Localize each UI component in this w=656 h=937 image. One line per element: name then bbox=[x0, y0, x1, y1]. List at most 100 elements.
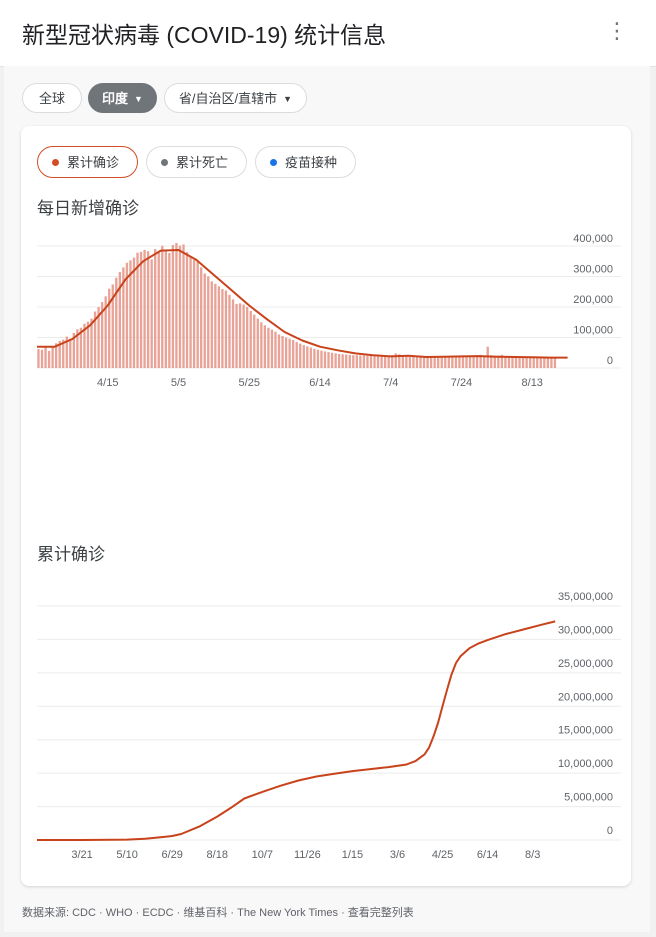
bar bbox=[164, 249, 167, 368]
bar bbox=[302, 345, 305, 368]
bar bbox=[514, 357, 518, 368]
bar bbox=[437, 356, 440, 368]
bar bbox=[352, 355, 355, 368]
bar bbox=[139, 251, 143, 368]
cumulative-chart-title: 累计确诊 bbox=[37, 545, 105, 564]
bar bbox=[281, 335, 284, 368]
tab-vaccinations[interactable]: 疫苗接种 bbox=[255, 146, 356, 178]
full-source-list-link[interactable]: 查看完整列表 bbox=[348, 907, 414, 919]
bar bbox=[270, 329, 274, 368]
bar bbox=[373, 356, 376, 368]
bar bbox=[161, 245, 164, 368]
bar bbox=[182, 244, 185, 368]
tab-deaths[interactable]: 累计死亡 bbox=[146, 146, 247, 178]
source-wikipedia: 维基百科 bbox=[183, 907, 228, 919]
y-tick-label: 0 bbox=[607, 355, 613, 367]
bar bbox=[511, 357, 514, 368]
separator: · bbox=[227, 907, 238, 919]
tab-confirmed[interactable]: 累计确诊 bbox=[37, 146, 138, 178]
bar bbox=[316, 349, 320, 368]
tab-confirmed-label: 累计确诊 bbox=[67, 155, 120, 170]
bar bbox=[306, 346, 309, 368]
y-tick-label: 15,000,000 bbox=[558, 725, 613, 737]
bar bbox=[429, 356, 433, 368]
bar bbox=[309, 347, 313, 368]
x-tick-label: 11/26 bbox=[294, 849, 321, 861]
y-tick-label: 35,000,000 bbox=[558, 591, 613, 603]
filter-province-chip[interactable]: 省/自治区/直辖市 ▼ bbox=[164, 83, 307, 113]
bar bbox=[249, 310, 252, 368]
bar bbox=[320, 350, 323, 368]
bar bbox=[171, 245, 175, 368]
filter-india-label: 印度 bbox=[102, 91, 129, 106]
bar bbox=[185, 252, 189, 368]
bar bbox=[37, 349, 40, 368]
bar bbox=[525, 356, 528, 368]
bar bbox=[468, 356, 472, 368]
bar bbox=[550, 357, 553, 368]
x-tick-label: 6/14 bbox=[309, 377, 330, 389]
x-tick-label: 8/18 bbox=[207, 849, 228, 861]
dropdown-caret-icon: ▼ bbox=[134, 94, 143, 104]
bar bbox=[327, 352, 330, 368]
bar bbox=[295, 342, 298, 368]
bar bbox=[330, 352, 334, 368]
cumulative-cases-chart[interactable]: 35,000,000 30,000,000 25,000,000 20,000,000… bbox=[21, 586, 631, 866]
dropdown-caret-icon: ▼ bbox=[283, 94, 293, 104]
x-tick-label: 7/24 bbox=[451, 377, 472, 389]
y-tick-label: 5,000,000 bbox=[564, 792, 613, 804]
bar bbox=[288, 338, 291, 368]
bar bbox=[132, 257, 136, 368]
bar bbox=[168, 253, 171, 368]
daily-new-cases-chart[interactable]: 400,000 300,000 200,000 100,000 0 4/15 5/5 5/25… bbox=[21, 233, 631, 396]
bar bbox=[40, 349, 44, 368]
bar bbox=[136, 252, 139, 368]
filter-global-label: 全球 bbox=[38, 91, 65, 106]
source-nyt: The New York Times bbox=[237, 907, 339, 919]
bar bbox=[47, 350, 51, 368]
confirmed-dot-icon bbox=[52, 159, 59, 166]
bar bbox=[444, 356, 447, 368]
bar bbox=[426, 356, 429, 368]
bar bbox=[277, 334, 281, 368]
y-tick-label: 10,000,000 bbox=[558, 758, 613, 770]
bar bbox=[178, 245, 182, 368]
more-options-icon[interactable]: ⋮ bbox=[606, 18, 630, 44]
bar bbox=[203, 273, 206, 368]
bar bbox=[355, 355, 359, 368]
y-tick-label: 200,000 bbox=[573, 294, 613, 306]
source-cdc: 数据来源: CDC bbox=[22, 907, 96, 919]
filter-global-chip[interactable]: 全球 bbox=[22, 83, 82, 113]
bar bbox=[200, 267, 203, 368]
y-tick-label: 30,000,000 bbox=[558, 624, 613, 636]
bar bbox=[238, 303, 242, 368]
bar bbox=[260, 322, 263, 368]
bar bbox=[189, 256, 192, 368]
x-tick-label: 8/13 bbox=[522, 377, 543, 389]
bar bbox=[221, 289, 224, 368]
bar bbox=[207, 276, 210, 368]
bar bbox=[454, 356, 458, 368]
bar bbox=[235, 303, 238, 368]
y-tick-label: 20,000,000 bbox=[558, 691, 613, 703]
bar bbox=[228, 294, 231, 368]
chart-card: 累计确诊 累计死亡 疫苗接种 每日新增确诊 400,000 300,000 200,… bbox=[21, 126, 631, 886]
bar bbox=[154, 249, 157, 368]
bar bbox=[366, 355, 369, 368]
y-tick-label: 25,000,000 bbox=[558, 658, 613, 670]
bar bbox=[291, 339, 295, 368]
tab-vaccinations-label: 疫苗接种 bbox=[285, 155, 338, 170]
bar bbox=[539, 357, 542, 368]
x-tick-label: 4/25 bbox=[432, 849, 453, 861]
y-tick-label: 300,000 bbox=[573, 264, 613, 276]
bar bbox=[504, 356, 507, 368]
filter-india-chip[interactable]: 印度 ▼ bbox=[88, 83, 157, 113]
separator: · bbox=[95, 907, 106, 919]
x-tick-label: 5/10 bbox=[116, 849, 137, 861]
bar bbox=[231, 299, 235, 368]
bar bbox=[44, 347, 47, 368]
bar bbox=[224, 290, 228, 368]
separator: · bbox=[173, 907, 184, 919]
bar bbox=[196, 261, 199, 368]
separator: · bbox=[338, 907, 348, 919]
